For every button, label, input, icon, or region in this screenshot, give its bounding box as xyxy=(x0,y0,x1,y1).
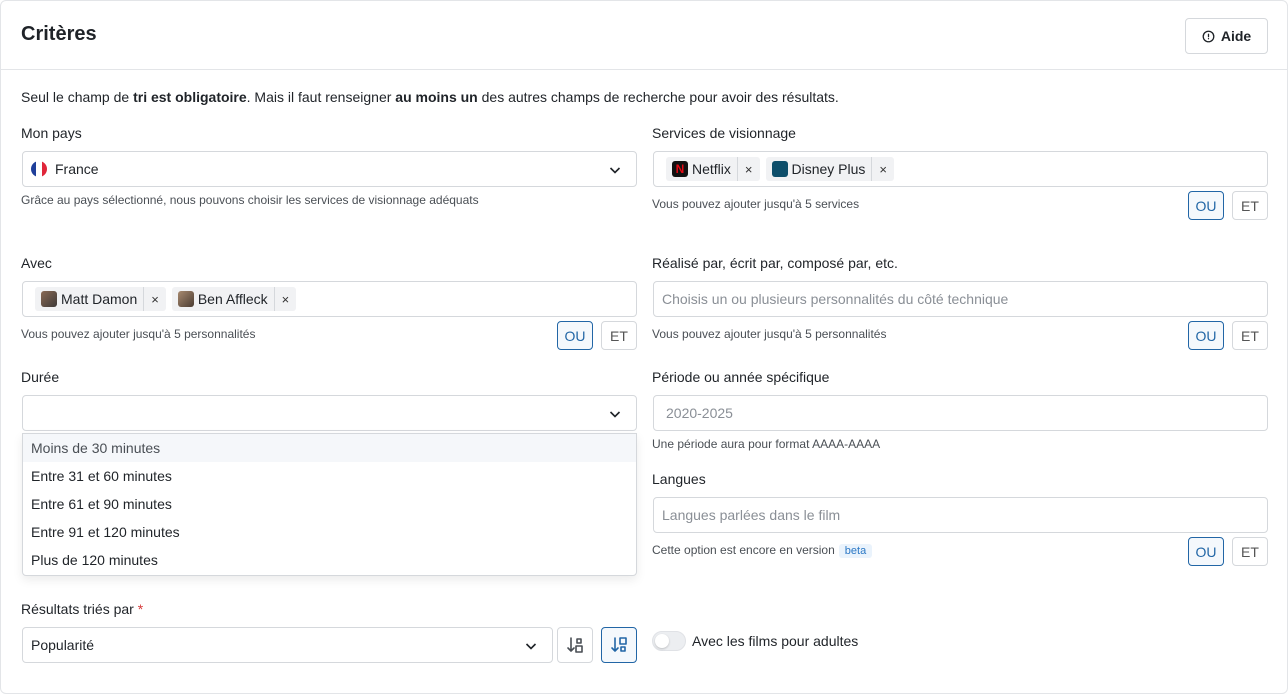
languages-label: Langues xyxy=(652,471,706,487)
tag-label: Ben Affleck xyxy=(197,291,268,307)
duration-option[interactable]: Entre 91 et 120 minutes xyxy=(23,518,636,546)
services-label: Services de visionnage xyxy=(652,125,796,141)
period-hint: Une période aura pour format AAAA-AAAA xyxy=(652,437,881,451)
cast-and-button[interactable]: ET xyxy=(601,321,637,350)
duration-select[interactable] xyxy=(22,395,637,431)
adult-label: Avec les films pour adultes xyxy=(692,633,859,649)
cast-label: Avec xyxy=(21,255,52,271)
intro-part: des autres champs de recherche pour avoi… xyxy=(477,89,839,105)
adult-toggle[interactable] xyxy=(652,631,686,651)
crew-hint: Vous pouvez ajouter jusqu'à 5 personnali… xyxy=(652,327,887,341)
service-tag-netflix: N Netflix × xyxy=(666,157,760,181)
sort-value: Popularité xyxy=(31,637,95,653)
beta-badge: beta xyxy=(838,544,873,558)
disney-logo-icon xyxy=(771,161,788,177)
sort-label: Résultats triés par * xyxy=(21,601,143,617)
toggle-knob xyxy=(655,634,669,648)
cast-tag: Matt Damon × xyxy=(35,287,166,311)
chevron-down-icon xyxy=(609,411,621,418)
cast-or-button[interactable]: OU xyxy=(557,321,593,350)
intro-bold: au moins un xyxy=(395,89,478,105)
service-tag-disney: Disney Plus × xyxy=(765,157,895,181)
remove-tag-button[interactable]: × xyxy=(871,157,894,181)
period-placeholder: 2020-2025 xyxy=(666,405,733,421)
netflix-logo-icon: N xyxy=(672,161,688,177)
chevron-down-icon xyxy=(609,167,621,174)
languages-and-button[interactable]: ET xyxy=(1232,537,1268,566)
remove-tag-button[interactable]: × xyxy=(143,287,166,311)
cast-hint: Vous pouvez ajouter jusqu'à 5 personnali… xyxy=(21,327,256,341)
avatar xyxy=(41,291,57,307)
period-input[interactable]: 2020-2025 xyxy=(653,395,1268,431)
sort-select[interactable]: Popularité xyxy=(22,627,553,663)
intro-text: Seul le champ de tri est obligatoire. Ma… xyxy=(21,89,839,105)
duration-option[interactable]: Plus de 120 minutes xyxy=(23,546,636,574)
tag-label: Disney Plus xyxy=(791,161,866,177)
page-title: Critères xyxy=(21,23,97,45)
sort-descending-icon xyxy=(611,637,627,652)
services-hint: Vous pouvez ajouter jusqu'à 5 services xyxy=(652,197,860,211)
remove-tag-button[interactable]: × xyxy=(736,157,760,181)
avatar xyxy=(177,291,194,307)
required-mark: * xyxy=(137,601,144,617)
services-and-button[interactable]: ET xyxy=(1232,191,1268,220)
crew-or-button[interactable]: OU xyxy=(1188,321,1224,350)
tag-label: Netflix xyxy=(692,161,731,177)
cast-input[interactable]: Matt Damon × Ben Affleck × xyxy=(22,281,637,317)
languages-hint-text: Cette option est encore en version xyxy=(652,543,835,557)
crew-and-button[interactable]: ET xyxy=(1232,321,1268,350)
languages-hint: Cette option est encore en version beta xyxy=(652,543,873,558)
period-label: Période ou année spécifique xyxy=(652,369,830,385)
duration-label: Durée xyxy=(21,369,60,385)
intro-part: . Mais il faut renseigner xyxy=(246,89,396,105)
help-button[interactable]: Aide xyxy=(1185,18,1268,54)
country-select[interactable]: France xyxy=(22,151,637,187)
crew-input[interactable]: Choisis un ou plusieurs personnalités du… xyxy=(653,281,1268,317)
sort-ascending-button[interactable] xyxy=(557,627,593,663)
france-flag-icon xyxy=(31,161,47,177)
crew-placeholder: Choisis un ou plusieurs personnalités du… xyxy=(662,291,1009,307)
sort-label-text: Résultats triés par xyxy=(21,601,134,617)
card-header: Critères Aide xyxy=(1,1,1287,70)
duration-option[interactable]: Moins de 30 minutes xyxy=(23,434,636,462)
sort-ascending-icon xyxy=(567,637,583,653)
intro-part: Seul le champ de xyxy=(21,89,134,105)
sort-descending-button[interactable] xyxy=(601,627,637,663)
services-input[interactable]: N Netflix × Disney Plus × xyxy=(653,151,1268,187)
help-circle-icon xyxy=(1202,30,1215,42)
criteria-card: Critères Aide Seul le champ de tri est o… xyxy=(0,0,1288,694)
country-value: France xyxy=(55,161,99,177)
chevron-down-icon xyxy=(525,643,537,650)
country-hint: Grâce au pays sélectionné, nous pouvons … xyxy=(21,193,479,207)
duration-dropdown: Moins de 30 minutes Entre 31 et 60 minut… xyxy=(22,433,637,576)
intro-bold: tri est obligatoire xyxy=(133,89,247,105)
languages-or-button[interactable]: OU xyxy=(1188,537,1224,566)
help-button-label: Aide xyxy=(1220,28,1252,44)
crew-label: Réalisé par, écrit par, composé par, etc… xyxy=(652,255,898,271)
languages-placeholder: Langues parlées dans le film xyxy=(662,507,841,523)
remove-tag-button[interactable]: × xyxy=(273,287,297,311)
tag-label: Matt Damon xyxy=(61,291,138,307)
cast-tag: Ben Affleck × xyxy=(171,287,297,311)
duration-option[interactable]: Entre 31 et 60 minutes xyxy=(23,462,636,490)
duration-option[interactable]: Entre 61 et 90 minutes xyxy=(23,490,636,518)
languages-input[interactable]: Langues parlées dans le film xyxy=(653,497,1268,533)
services-or-button[interactable]: OU xyxy=(1188,191,1224,220)
country-label: Mon pays xyxy=(21,125,82,141)
